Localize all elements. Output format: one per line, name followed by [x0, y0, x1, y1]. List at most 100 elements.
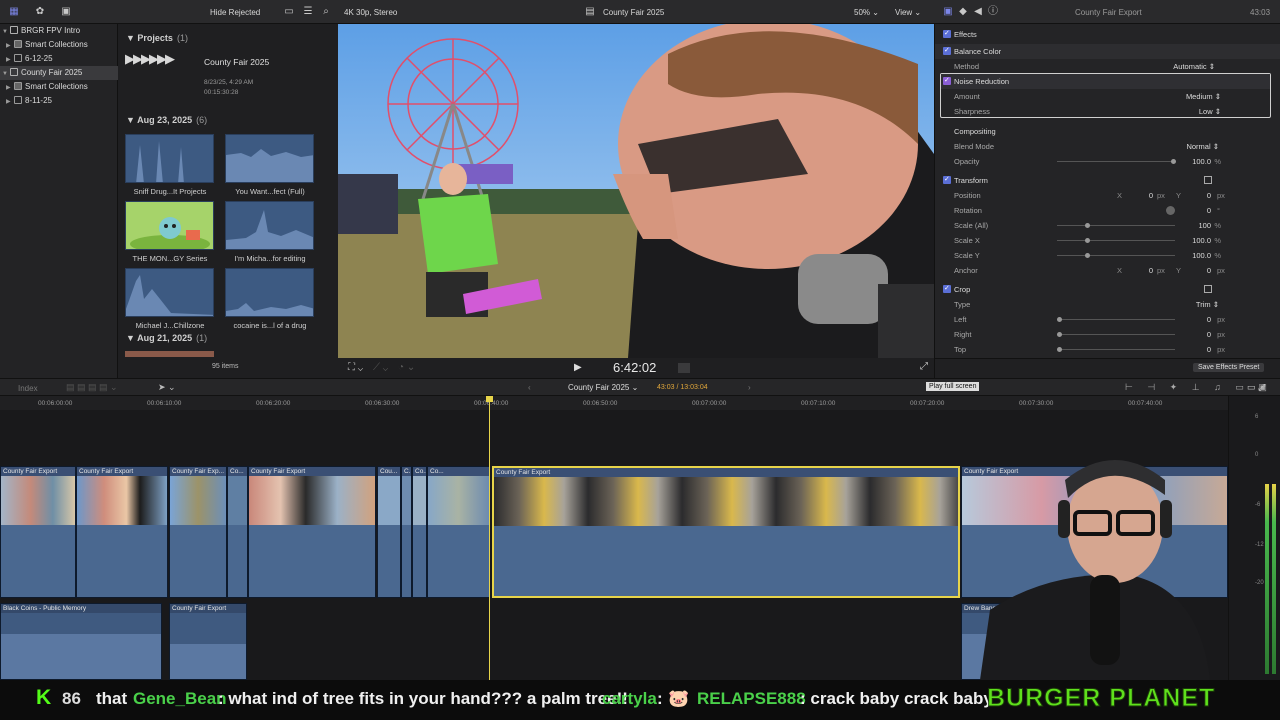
method-popup[interactable]: Automatic ⇕ [1173, 59, 1215, 74]
transform-section[interactable]: Transform [935, 172, 1280, 188]
edit-tools-icons[interactable]: ▤ ▤ ▤ ▤ ⌄ [66, 382, 118, 393]
timeline-clip-selected[interactable]: County Fair Export [492, 466, 960, 598]
slider-knob[interactable] [1057, 332, 1062, 337]
clip-thumbnail-partial[interactable] [125, 351, 214, 357]
timeline-clip[interactable]: Co... [427, 466, 490, 598]
anchor-y[interactable]: 0 [1203, 263, 1211, 278]
checkbox-icon[interactable] [943, 26, 951, 41]
crop-section[interactable]: Crop [935, 281, 1280, 297]
opacity-value[interactable]: 100.0 [1192, 154, 1211, 169]
library-item[interactable]: ▶ 8-11-25 [0, 94, 118, 108]
fullscreen-timeline-icon[interactable]: ▭ ⤢ [1247, 382, 1265, 393]
library-item[interactable]: ▶ 6-12-25 [0, 52, 118, 66]
timeline-clip[interactable]: County Fair Export [76, 466, 168, 598]
clip-thumbnail[interactable] [225, 201, 314, 250]
index-button[interactable]: Index [18, 384, 38, 393]
slider-knob[interactable] [1057, 347, 1062, 352]
checkbox-icon[interactable] [943, 281, 951, 296]
position-y[interactable]: 0 [1203, 188, 1211, 203]
scale-y-slider[interactable] [1057, 255, 1175, 256]
slider-knob[interactable] [1171, 159, 1176, 164]
checkbox-icon[interactable] [943, 172, 951, 187]
photos-icon[interactable]: ✿ [34, 6, 46, 18]
scale-slider[interactable] [1057, 225, 1175, 226]
scale-x-slider[interactable] [1057, 240, 1175, 241]
timeline-clip[interactable]: County Fair Export [0, 466, 76, 598]
timecode-display[interactable]: 6:42:02 [613, 360, 656, 375]
clip-thumbnail[interactable] [125, 201, 214, 250]
onscreen-control-icon[interactable] [1204, 176, 1212, 184]
crop-left-slider[interactable] [1057, 319, 1175, 320]
clip-thumbnail[interactable] [125, 134, 214, 183]
crop-top-slider[interactable] [1057, 349, 1175, 350]
noise-reduction-row[interactable]: Noise Reduction [941, 73, 1270, 89]
projects-section-header[interactable]: ▼ Projects (1) [126, 33, 188, 43]
library-icon[interactable]: ▦ [8, 6, 20, 18]
search-icon[interactable]: ⌕ [320, 6, 332, 18]
onscreen-control-icon[interactable] [1204, 285, 1212, 293]
video-viewer[interactable] [338, 24, 934, 358]
library-item[interactable]: ▶ Smart Collections [0, 38, 118, 52]
playhead[interactable] [489, 396, 490, 680]
date-section-header[interactable]: ▼ Aug 23, 2025 (6) [126, 115, 207, 125]
audio-clip[interactable]: Black Coins - Public Memory [0, 603, 162, 680]
timeline-clip[interactable]: County Fair Exp... [169, 466, 227, 598]
balance-color-row[interactable]: Balance Color [935, 43, 1280, 59]
slider-knob[interactable] [1085, 238, 1090, 243]
playhead-handle[interactable] [486, 396, 493, 402]
crop-left-value[interactable]: 0 [1207, 312, 1211, 327]
speed-tool-icon[interactable]: ◔ ⌄ [398, 362, 415, 373]
position-x[interactable]: 0 [1145, 188, 1153, 203]
library-item-selected[interactable]: ▼ County Fair 2025 [0, 66, 118, 80]
audio-inspector-icon[interactable]: ◀ [972, 6, 984, 18]
slider-knob[interactable] [1085, 223, 1090, 228]
timeline-clip[interactable]: Co... [412, 466, 427, 598]
rotation-dial[interactable] [1166, 206, 1175, 215]
blend-mode-popup[interactable]: Normal ⇕ [1186, 139, 1219, 154]
color-inspector-icon[interactable]: ◆ [957, 6, 969, 18]
date-section-header[interactable]: ▼ Aug 21, 2025 (1) [126, 333, 207, 343]
clip-thumbnail[interactable] [225, 134, 314, 183]
transform-tool-icon[interactable]: ⛶ ⌄ [348, 362, 363, 373]
checkbox-icon[interactable] [943, 73, 951, 88]
compositing-section[interactable]: Compositing [935, 124, 1280, 139]
library-item[interactable]: ▶ Smart Collections [0, 80, 118, 94]
timeline-project-menu[interactable]: County Fair 2025 ⌄ [568, 383, 638, 392]
view-menu[interactable]: View ⌄ [895, 8, 921, 17]
checkbox-icon[interactable] [943, 43, 951, 58]
slider-knob[interactable] [1085, 253, 1090, 258]
crop-top-value[interactable]: 0 [1207, 342, 1211, 357]
list-view-icon[interactable]: ☰ [302, 6, 314, 18]
forward-arrow-icon[interactable]: › [748, 383, 751, 392]
timeline-clip[interactable]: Cou... [377, 466, 401, 598]
timeline-clip[interactable]: C... [401, 466, 412, 598]
scale-all-value[interactable]: 100 [1198, 218, 1211, 233]
info-inspector-icon[interactable]: ⓘ [987, 6, 999, 18]
timeline-clip[interactable]: County Fair Export [248, 466, 376, 598]
rotation-value[interactable]: 0 [1203, 203, 1211, 218]
timeline-clip[interactable]: Co... [227, 466, 248, 598]
project-filmstrip-icon[interactable]: ▶▶▶▶▶▶ [125, 51, 195, 66]
amount-popup[interactable]: Medium ⇕ [1186, 89, 1221, 104]
crop-right-value[interactable]: 0 [1207, 327, 1211, 342]
sharpness-popup[interactable]: Low ⇕ [1199, 104, 1221, 119]
clip-thumbnail[interactable] [225, 268, 314, 317]
library-item[interactable]: ▼ BRGR FPV Intro [0, 24, 118, 38]
slider-knob[interactable] [1057, 317, 1062, 322]
play-button[interactable]: ▶ [574, 362, 582, 373]
audio-clip[interactable]: County Fair Export [169, 603, 247, 680]
hide-rejected-filter[interactable]: Hide Rejected [210, 8, 260, 17]
clip-thumbnail[interactable] [125, 268, 214, 317]
select-tool-icon[interactable]: ➤ ⌄ [158, 382, 176, 393]
scale-y-value[interactable]: 100.0 [1192, 248, 1211, 263]
zoom-menu[interactable]: 50% ⌄ [854, 8, 879, 17]
crop-tool-icon[interactable]: ⟋ ⌄ [373, 362, 388, 373]
project-name[interactable]: County Fair 2025 [204, 57, 269, 67]
timeline-ruler[interactable]: 00:06:00:00 00:06:10:00 00:06:20:00 00:0… [0, 396, 1228, 410]
titles-icon[interactable]: ▣ [60, 6, 72, 18]
opacity-slider[interactable] [1057, 161, 1175, 162]
effects-section[interactable]: Effects [935, 26, 1280, 42]
anchor-x[interactable]: 0 [1145, 263, 1153, 278]
crop-right-slider[interactable] [1057, 334, 1175, 335]
back-arrow-icon[interactable]: ‹ [528, 383, 531, 392]
